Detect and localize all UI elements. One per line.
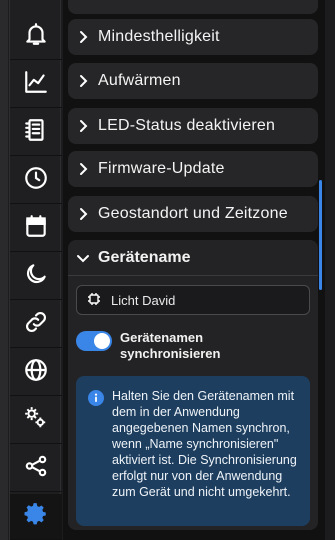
share-icon [23,453,49,484]
section-row-led-status[interactable]: LED-Status deaktivieren [68,108,318,144]
sync-name-setting: Gerätenamen synchronisieren [76,330,250,362]
globe-icon [23,357,49,388]
sidebar-item-network[interactable] [10,350,62,396]
sidebar-item-share[interactable] [10,446,62,492]
moon-icon [23,261,49,292]
calendar-icon [23,213,49,244]
section-label: Geostandort und Zeitzone [98,205,288,222]
section-row-firmware[interactable]: Firmware-Update [68,151,318,187]
chevron-down-icon [68,251,98,265]
chevron-right-icon [68,207,98,221]
sidebar-item-calendar[interactable] [10,206,62,252]
section-label: Gerätename [98,248,191,266]
section-row-previous[interactable] [68,0,318,14]
section-label: Mindesthelligkeit [98,28,220,45]
scrollbar-thumb[interactable] [319,180,322,290]
gears-icon [23,405,49,436]
chevron-right-icon [68,162,98,176]
section-label: Aufwärmen [98,72,181,89]
sidebar-item-statistics[interactable] [10,62,62,108]
info-icon [88,390,104,406]
chevron-right-icon [68,119,98,133]
clock-icon [23,165,49,196]
sidebar-item-settings[interactable] [10,494,62,540]
settings-gear-icon [23,501,49,532]
link-icon [23,309,49,340]
window-edge [0,0,8,540]
line-chart-icon [23,69,49,100]
led-panel-icon [23,117,49,148]
sidebar-item-advanced[interactable] [10,398,62,444]
chevron-right-icon [68,74,98,88]
sidebar-item-schedule[interactable] [10,158,62,204]
bell-icon [23,21,49,52]
sidebar-item-night[interactable] [10,254,62,300]
section-label: LED-Status deaktivieren [98,117,276,134]
sidebar-item-link[interactable] [10,302,62,348]
info-text: Halten Sie den Gerätenamen mit dem in de… [112,389,297,499]
chevron-right-icon [68,30,98,44]
sync-name-toggle[interactable] [76,331,112,351]
section-header-device-name[interactable]: Gerätename [68,240,318,276]
chip-icon [87,292,111,309]
section-device-name: Gerätename Licht David Gerätenamen synch… [68,240,318,530]
sidebar-item-led[interactable] [10,110,62,156]
info-box: Halten Sie den Gerätenamen mit dem in de… [76,376,310,526]
section-row-geolocation[interactable]: Geostandort und Zeitzone [68,196,318,232]
window-edge-right [325,0,335,540]
sidebar-item-notifications[interactable] [10,14,62,60]
section-row-min-brightness[interactable]: Mindesthelligkeit [68,19,318,55]
device-name-input[interactable]: Licht David [76,285,310,315]
sync-name-label: Gerätenamen synchronisieren [120,330,221,361]
sidebar [9,0,62,540]
device-name-value: Licht David [111,292,176,308]
section-label: Firmware-Update [98,160,225,177]
section-row-warmup[interactable]: Aufwärmen [68,63,318,99]
